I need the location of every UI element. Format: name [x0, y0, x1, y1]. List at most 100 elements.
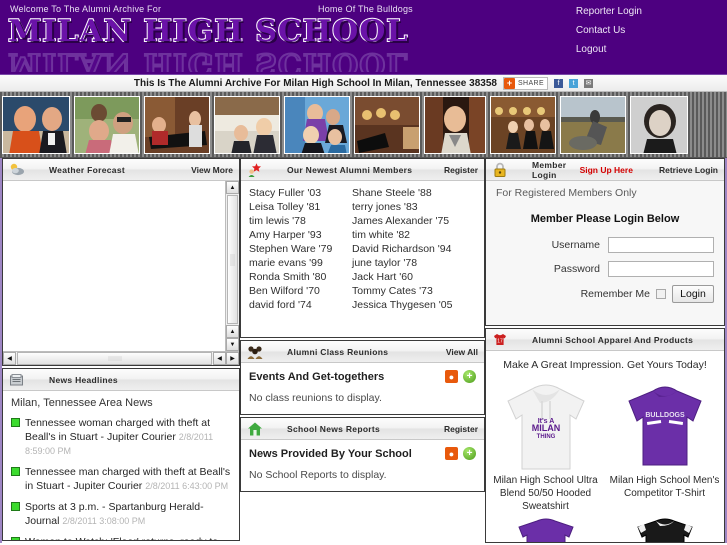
alumni-member[interactable]: David Richardson '94: [352, 243, 484, 255]
school-news-panel: School News Reports Register News Provid…: [240, 417, 485, 492]
alumni-member[interactable]: tim lewis '78: [249, 215, 352, 227]
photo-thumbnail[interactable]: [214, 95, 280, 154]
photo-thumbnail[interactable]: [74, 95, 140, 154]
photo-thumbnail[interactable]: [2, 95, 70, 154]
photo-thumbnail[interactable]: [424, 95, 486, 154]
alumni-panel-title: Our Newest Alumni Members: [287, 164, 413, 175]
plus-circle-icon[interactable]: +: [463, 447, 476, 460]
product-card[interactable]: [605, 517, 724, 542]
scroll-down-icon[interactable]: ▼: [226, 338, 239, 351]
alumni-member[interactable]: James Alexander '75: [352, 215, 484, 227]
alumni-member[interactable]: june taylor '78: [352, 257, 484, 269]
password-label: Password: [553, 263, 600, 275]
news-headlines-panel: News Headlines Milan, Tennessee Area New…: [2, 368, 240, 541]
alumni-member[interactable]: Jack Hart '60: [352, 271, 484, 283]
alumni-member[interactable]: terry jones '83: [352, 201, 484, 213]
reunions-view-all-link[interactable]: View All: [446, 347, 478, 357]
weather-widget-area[interactable]: [3, 181, 225, 351]
bullet-icon: [11, 467, 20, 476]
alumni-register-link[interactable]: Register: [444, 165, 478, 175]
nav-reporter-login[interactable]: Reporter Login: [576, 6, 642, 17]
photo-thumbnail[interactable]: [144, 95, 210, 154]
product-card[interactable]: BULLDOGS Milan High School Men's Competi…: [605, 377, 724, 513]
list-item[interactable]: Sports at 3 p.m. - Spartanburg Herald-Jo…: [11, 500, 231, 528]
scroll-up-icon[interactable]: ▲: [226, 181, 239, 194]
svg-text:17: 17: [497, 338, 503, 344]
alumni-member[interactable]: Ronda Smith '80: [249, 271, 352, 283]
list-item[interactable]: Women to Watch: 'Fleer' returns, ready t…: [11, 535, 231, 540]
tee-black-image: [609, 517, 720, 542]
scroll-left-icon[interactable]: ◀: [3, 352, 16, 365]
headline-text: Tennessee woman charged with theft at Be…: [25, 417, 214, 456]
scroll-grip: [230, 253, 235, 266]
site-logo-reflection: MILAN HIGH SCHOOL: [8, 45, 410, 72]
main-content: Weather Forecast View More ▲ ▲ ▼ ◀ ◀ ▶ N…: [0, 158, 727, 543]
class-reunions-panel: Alumni Class Reunions View All Events An…: [240, 340, 485, 415]
photo-thumbnail[interactable]: [560, 95, 626, 154]
weather-vertical-scrollbar[interactable]: ▲ ▲ ▼: [225, 181, 239, 351]
scroll-up-icon-2[interactable]: ▲: [226, 325, 239, 338]
email-icon[interactable]: ✉: [584, 78, 594, 88]
alumni-member[interactable]: Stephen Ware '79: [249, 243, 352, 255]
alumni-member[interactable]: david ford '74: [249, 299, 352, 311]
alumni-member[interactable]: Tommy Cates '73: [352, 285, 484, 297]
reunions-panel-header: Alumni Class Reunions View All: [241, 341, 484, 363]
school-news-register-link[interactable]: Register: [444, 424, 478, 434]
alumni-member[interactable]: Jessica Thygesen '05: [352, 299, 484, 311]
alumni-member[interactable]: Leisa Tolley '81: [249, 201, 352, 213]
photo-thumbnail[interactable]: [490, 95, 556, 154]
photo-thumbnail[interactable]: [284, 95, 350, 154]
rss-icon[interactable]: ●: [445, 447, 458, 460]
alumni-member[interactable]: Amy Harper '93: [249, 229, 352, 241]
share-button[interactable]: + SHARE: [502, 76, 549, 90]
headline-text: Sports at 3 p.m. - Spartanburg Herald-Jo…: [25, 501, 204, 527]
sign-up-link[interactable]: Sign Up Here: [580, 165, 633, 175]
reunions-empty-message: No class reunions to display.: [249, 392, 382, 404]
retrieve-login-link[interactable]: Retrieve Login: [659, 165, 718, 175]
product-grid: It's A MILAN THING Milan High School Ult…: [486, 377, 724, 513]
weather-panel-header: Weather Forecast View More: [3, 159, 239, 181]
photo-thumbnail[interactable]: [354, 95, 420, 154]
rss-icon[interactable]: ●: [445, 370, 458, 383]
newspaper-icon: [9, 372, 25, 388]
twitter-icon[interactable]: t: [569, 78, 579, 88]
login-button[interactable]: Login: [672, 285, 714, 303]
tee-purple-2-image: [490, 517, 601, 542]
photo-thumbnail[interactable]: [630, 95, 688, 154]
plus-circle-icon[interactable]: +: [463, 370, 476, 383]
alumni-member[interactable]: Stacy Fuller '03: [249, 187, 352, 199]
group-people-icon: [247, 344, 263, 360]
alumni-member[interactable]: Ben Wilford '70: [249, 285, 352, 297]
alumni-member[interactable]: marie evans '99: [249, 257, 352, 269]
product-card[interactable]: [486, 517, 605, 542]
registered-members-only-text: For Registered Members Only: [496, 187, 637, 199]
username-input[interactable]: [608, 237, 714, 253]
alumni-member[interactable]: Shane Steele '88: [352, 187, 484, 199]
apparel-products-panel: 17 Alumni School Apparel And Products Ma…: [485, 328, 725, 543]
list-item[interactable]: Tennessee man charged with theft at Beal…: [11, 465, 231, 493]
scroll-grip-h: [107, 356, 122, 361]
nav-contact-us[interactable]: Contact Us: [576, 25, 642, 36]
weather-panel-title: Weather Forecast: [49, 164, 125, 175]
weather-view-more-link[interactable]: View More: [191, 165, 233, 175]
login-prompt: Member Please Login Below: [530, 213, 680, 225]
scroll-left-icon-2[interactable]: ◀: [213, 352, 226, 365]
login-panel-header: Member Login Sign Up Here Retrieve Login: [486, 159, 724, 181]
horizontal-scroll-thumb[interactable]: [17, 352, 212, 365]
vertical-scroll-thumb[interactable]: [227, 195, 238, 324]
school-news-subheader: News Provided By Your School ● +: [241, 440, 484, 463]
nav-logout[interactable]: Logout: [576, 44, 642, 55]
product-card[interactable]: It's A MILAN THING Milan High School Ult…: [486, 377, 605, 513]
password-input[interactable]: [608, 261, 714, 277]
welcome-text: Welcome To The Alumni Archive For: [10, 4, 162, 14]
facebook-icon[interactable]: f: [554, 78, 564, 88]
weather-horizontal-scrollbar[interactable]: ◀ ◀ ▶: [3, 351, 239, 365]
alumni-member[interactable]: tim white '82: [352, 229, 484, 241]
list-item[interactable]: Tennessee woman charged with theft at Be…: [11, 416, 231, 458]
scroll-right-icon[interactable]: ▶: [226, 352, 239, 365]
apparel-tagline: Make A Great Impression. Get Yours Today…: [503, 359, 707, 371]
remember-me-checkbox[interactable]: [656, 289, 666, 299]
site-logo[interactable]: MILAN HIGH SCHOOL MILAN HIGH SCHOOL: [8, 16, 448, 72]
archive-bar: This Is The Alumni Archive For Milan Hig…: [0, 74, 727, 92]
login-panel-body: For Registered Members Only Member Pleas…: [486, 181, 724, 317]
